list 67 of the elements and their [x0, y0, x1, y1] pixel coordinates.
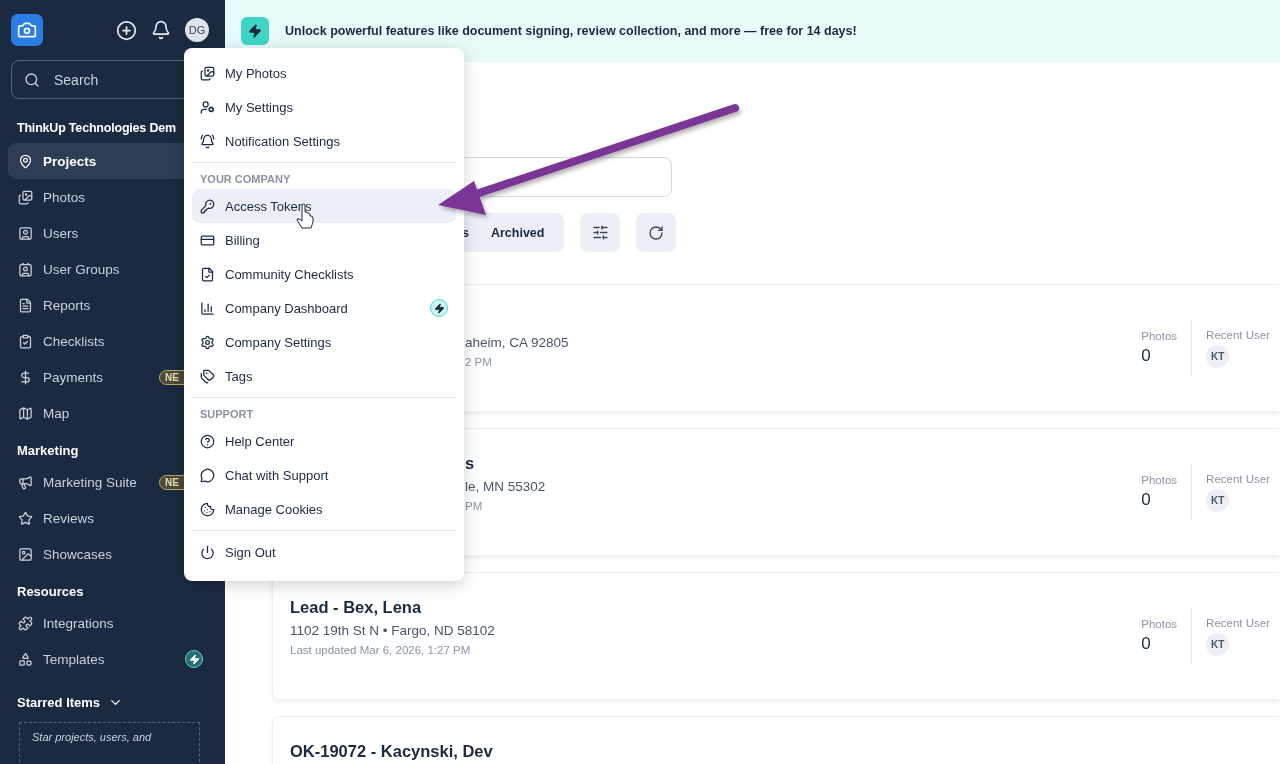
photos-label: Photos: [1141, 474, 1178, 486]
section-title: Marketing: [17, 443, 80, 458]
user-icon: [18, 225, 33, 241]
search-icon: [24, 71, 40, 88]
recent-user-label: Recent User: [1206, 472, 1270, 485]
photos-count: 0: [1141, 346, 1152, 366]
user-avatar[interactable]: DG: [185, 18, 209, 42]
credit-card-icon: [200, 232, 215, 248]
settings-icon: [200, 334, 215, 350]
megaphone-icon: [18, 474, 33, 490]
dollar-icon: [18, 369, 33, 385]
map-icon: [18, 405, 33, 421]
tags-icon: [200, 368, 215, 384]
photos-label: Photos: [1141, 618, 1178, 630]
starred-items-toggle[interactable]: Starred Items: [17, 695, 225, 710]
refresh-button[interactable]: [636, 213, 677, 252]
sidebar-item[interactable]: Templates: [8, 641, 225, 677]
star-icon: [18, 510, 33, 526]
key-icon: [200, 198, 215, 214]
chat-bubble-icon: [200, 467, 215, 483]
user-avatar: KT: [1206, 632, 1230, 656]
refresh-icon: [648, 224, 665, 241]
last-updated: Last updated Mar 6, 2026, 1:27 PM: [290, 644, 472, 656]
shapes-icon: [18, 651, 33, 667]
segment-tab[interactable]: Archived: [490, 221, 545, 244]
filter-button[interactable]: [580, 213, 621, 252]
menu-heading: SUPPORT: [199, 407, 255, 422]
project-address: aheim, CA 92805: [465, 334, 570, 350]
photos-count: 0: [1141, 490, 1152, 510]
banner-text: Unlock powerful features like document signing, review collection, and more — free for 14 days!: [285, 24, 857, 38]
company-name: ThinkUp Technologies Dem: [17, 121, 177, 135]
add-icon[interactable]: [116, 19, 137, 41]
lightning-icon: [241, 17, 269, 45]
last-updated: 2 PM: [465, 356, 493, 368]
user-avatar: KT: [1206, 344, 1230, 368]
puzzle-icon: [18, 615, 33, 631]
sidebar-item[interactable]: Integrations: [8, 605, 225, 641]
bell-icon: [200, 133, 215, 149]
bell-icon[interactable]: [151, 20, 171, 40]
document-icon: [18, 297, 33, 313]
clipboard-check-icon: [18, 333, 33, 349]
images-icon: [18, 189, 33, 205]
camera-logo-icon[interactable]: [11, 14, 43, 46]
project-title: s: [465, 453, 476, 473]
section-title: Resources: [17, 584, 85, 599]
starred-hint: Star projects, users, and: [19, 722, 200, 762]
document-check-icon: [200, 266, 215, 282]
project-title: Lead - Bex, Lena: [290, 597, 423, 617]
photos-count: 0: [1141, 634, 1152, 654]
images-icon: [200, 65, 215, 81]
last-updated: PM: [465, 500, 484, 512]
user-gear-icon: [200, 99, 215, 115]
image-icon: [18, 546, 33, 562]
cookie-icon: [200, 501, 215, 517]
help-icon: [200, 433, 215, 449]
map-pin-icon: [18, 153, 33, 169]
project-address: 1102 19th St N • Fargo, ND 58102: [290, 622, 496, 638]
power-icon: [200, 544, 215, 560]
photos-label: Photos: [1141, 330, 1178, 342]
project-title: OK-19072 - Kacynski, Dev: [290, 741, 494, 761]
recent-user-label: Recent User: [1206, 328, 1270, 341]
project-card[interactable]: OK-19072 - Kacynski, Dev: [272, 716, 1280, 764]
project-address: le, MN 55302: [465, 478, 547, 494]
bar-chart-icon: [200, 300, 215, 316]
recent-user-label: Recent User: [1206, 616, 1270, 629]
sliders-icon: [591, 224, 609, 241]
user-avatar: KT: [1206, 488, 1230, 512]
